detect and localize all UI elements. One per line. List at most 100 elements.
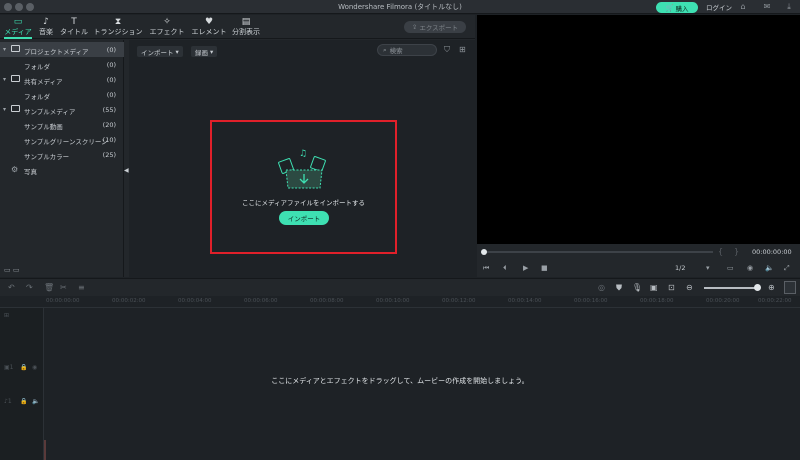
collapse-panel-icon[interactable]: ◀ (124, 167, 129, 174)
chevron-down-icon[interactable]: ▾ (706, 264, 710, 272)
mark-out-icon[interactable]: } (734, 247, 739, 256)
adjust-icon[interactable]: ≡ (78, 283, 85, 292)
cut-icon[interactable]: ✂ (60, 283, 67, 292)
play-icon[interactable]: ▶ (523, 264, 528, 272)
chevron-down-icon: ▾ (175, 47, 179, 56)
redo-icon[interactable]: ↷ (26, 283, 33, 292)
marker-icon[interactable]: ⛊ (616, 283, 622, 293)
rewind-icon[interactable]: ⏮ (483, 264, 489, 273)
tree-item-photo[interactable]: ⚙ 写真 (0, 162, 124, 177)
folder-icon: ▭ (13, 17, 23, 27)
playhead[interactable] (44, 440, 46, 460)
active-tab-indicator (4, 37, 32, 39)
mail-icon[interactable]: ✉ (762, 2, 772, 12)
add-folder-icon[interactable]: ▭ ▭ (4, 266, 19, 274)
delete-icon[interactable]: 🗑 (44, 283, 54, 292)
ruler-tick: 00:00:02:00 (112, 298, 146, 304)
tree-item-sample-media[interactable]: ▾ サンプルメディア (55) (0, 102, 124, 117)
export-button[interactable]: ⇪ エクスポート (404, 21, 466, 33)
notification-icon[interactable]: ⌂ (738, 2, 748, 12)
ruler-tick: 00:00:08:00 (310, 298, 344, 304)
timeline-ruler[interactable]: 00:00:00:00 00:00:02:00 00:00:04:00 00:0… (0, 296, 800, 308)
timeline-toolbar: ↶ ↷ 🗑 ✂ ≡ ◎ ⛊ 🎙 ▣ ⊡ ⊖ ⊕ (0, 278, 800, 296)
scrubber-handle[interactable] (481, 249, 487, 255)
tree-item-sample-green-screen[interactable]: サンプルグリーンスクリーン (10) (0, 132, 124, 147)
preview-scrubber[interactable] (483, 251, 713, 253)
export-icon: ⇪ (411, 23, 418, 31)
tab-effect[interactable]: ✧ エフェクト (148, 17, 186, 37)
import-button[interactable]: インポート (279, 211, 329, 225)
zoom-slider-handle[interactable] (754, 284, 761, 291)
chevron-down-icon[interactable]: ▾ (3, 46, 6, 53)
folder-icon (11, 105, 20, 112)
camera-icon[interactable]: ◉ (747, 264, 753, 272)
zoom-slider[interactable] (704, 287, 758, 289)
lock-icon[interactable]: 🔒 (20, 364, 27, 371)
snapshot-icon[interactable]: ⊡ (668, 283, 675, 292)
ruler-tick: 00:00:12:00 (442, 298, 476, 304)
import-drop-zone[interactable]: ♫ ここにメディアファイルをインポートする インポート (210, 120, 397, 254)
import-hint: ここにメディアファイルをインポートする (241, 199, 366, 207)
add-track-icon[interactable]: ⊞ (4, 312, 9, 319)
grid-view-icon[interactable]: ⊞ (459, 45, 466, 54)
tree-item-sample-color[interactable]: サンプルカラー (25) (0, 147, 124, 162)
tree-item-project-media[interactable]: ▾ プロジェクトメディア (0) (0, 42, 124, 57)
svg-text:♫: ♫ (299, 149, 307, 159)
timeline-tracks[interactable]: ⊞ ▣1 🔒 ◉ ♪1 🔒 🔈 ここにメディアとエフェクトをドラッグして、ムービ… (0, 308, 800, 460)
tab-split-screen[interactable]: ▤ 分割表示 (231, 17, 261, 37)
tree-item-shared-folder[interactable]: フォルダ (0) (0, 87, 124, 102)
playback-quality[interactable]: 1/2 (675, 264, 685, 272)
monitor-icon[interactable]: ▭ (727, 264, 734, 272)
track-layout-icon[interactable] (784, 281, 796, 294)
media-library-panel: ▭ メディア ♪ 音楽 T タイトル ⧗ トランジション ✧ エフェクト ♥ エ… (0, 15, 475, 277)
title-bar: Wondershare Filmora (タイトルなし) 🛒 購入 ログイン ⌂… (0, 0, 800, 14)
tab-music[interactable]: ♪ 音楽 (37, 17, 55, 37)
chevron-down-icon: ▾ (210, 47, 214, 56)
zoom-in-icon[interactable]: ⊕ (768, 283, 775, 292)
tree-item-sample-video[interactable]: サンプル動画 (20) (0, 117, 124, 132)
chevron-down-icon[interactable]: ▾ (3, 106, 6, 113)
chevron-down-icon[interactable]: ▾ (3, 76, 6, 83)
ruler-tick: 00:00:14:00 (508, 298, 542, 304)
effect-icon: ✧ (163, 17, 171, 27)
timeline-drag-hint: ここにメディアとエフェクトをドラッグして、ムービーの作成を開始しましょう。 (271, 377, 529, 385)
folder-icon (11, 45, 20, 52)
microphone-icon[interactable]: 🎙 (632, 283, 642, 292)
buy-button[interactable]: 🛒 購入 (656, 2, 698, 13)
record-dropdown[interactable]: 録画 ▾ (191, 46, 218, 57)
undo-icon[interactable]: ↶ (8, 283, 15, 292)
stop-icon[interactable]: ■ (541, 264, 548, 272)
element-icon: ♥ (204, 17, 214, 27)
title-icon: T (71, 17, 77, 27)
tab-title[interactable]: T タイトル (60, 17, 88, 37)
transition-icon: ⧗ (114, 17, 122, 27)
gear-icon: ⚙ (11, 165, 19, 174)
step-back-icon[interactable]: ⏴ (503, 264, 507, 273)
timecode: 00:00:00:00 (752, 248, 792, 256)
media-folder-tree: ▾ プロジェクトメディア (0) フォルダ (0) ▾ 共有メディア (0) フ… (0, 40, 124, 277)
import-dropdown[interactable]: インポート ▾ (137, 46, 183, 57)
audio-mixer-icon[interactable]: ▣ (650, 283, 658, 292)
eye-icon[interactable]: ◉ (32, 364, 37, 371)
tab-element[interactable]: ♥ エレメント (190, 17, 228, 37)
volume-icon[interactable]: 🔈 (765, 264, 774, 272)
tab-transition[interactable]: ⧗ トランジション (92, 17, 144, 37)
tree-item-folder[interactable]: フォルダ (0) (0, 57, 124, 72)
video-track-icon: ▣1 (4, 364, 14, 371)
login-link[interactable]: ログイン (706, 2, 732, 12)
tree-item-shared-media[interactable]: ▾ 共有メディア (0) (0, 72, 124, 87)
lock-icon[interactable]: 🔒 (20, 398, 27, 405)
tab-media[interactable]: ▭ メディア (4, 17, 32, 37)
split-screen-icon: ▤ (241, 17, 251, 27)
download-icon[interactable]: ⤓ (784, 2, 794, 12)
library-tabs: ▭ メディア ♪ 音楽 T タイトル ⧗ トランジション ✧ エフェクト ♥ エ… (0, 15, 475, 39)
render-icon[interactable]: ◎ (598, 283, 605, 292)
speaker-icon[interactable]: 🔈 (32, 398, 39, 405)
search-icon: ⌕ (383, 45, 387, 54)
zoom-out-icon[interactable]: ⊖ (686, 283, 693, 292)
search-input[interactable]: ⌕ 検索 (377, 44, 437, 56)
fullscreen-icon[interactable]: ⤢ (784, 264, 790, 273)
mark-in-icon[interactable]: { (718, 247, 723, 256)
filter-icon[interactable]: ⛉ (444, 45, 450, 55)
music-icon: ♪ (43, 17, 49, 27)
